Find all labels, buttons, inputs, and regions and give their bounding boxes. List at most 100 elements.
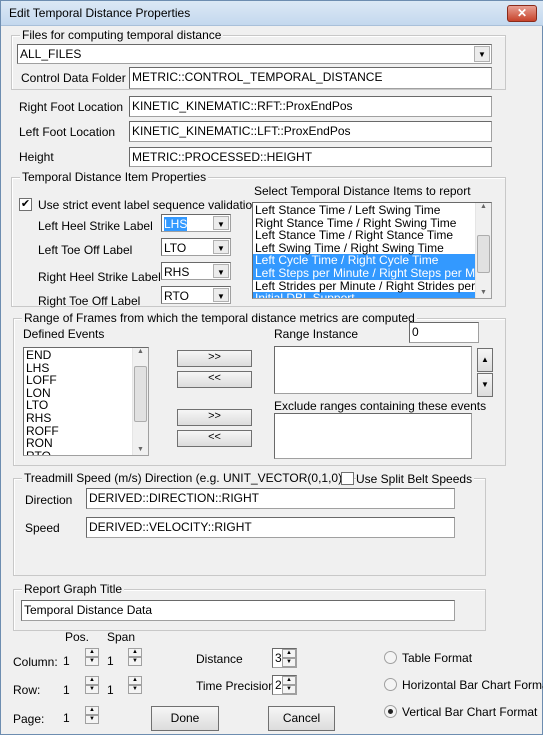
exclude-events-list[interactable]	[274, 413, 472, 459]
report-items-scrollbar[interactable]: ▲ ▼	[475, 203, 491, 298]
height-label: Height	[19, 150, 54, 164]
time-precision-label: Time Precision	[196, 679, 275, 693]
report-item[interactable]: Left Stance Time / Right Stance Time	[253, 229, 475, 242]
defined-event-item[interactable]: LOFF	[24, 374, 148, 387]
defined-event-item[interactable]: RTO	[24, 450, 148, 455]
event-label-caption: Left Toe Off Label	[38, 243, 133, 257]
defined-event-item[interactable]: RHS	[24, 412, 148, 425]
defined-event-item[interactable]: RON	[24, 437, 148, 450]
format-label: Vertical Bar Chart Format	[402, 705, 538, 719]
defined-events-label: Defined Events	[23, 327, 105, 341]
done-button[interactable]: Done	[151, 706, 219, 731]
split-belt-label: Use Split Belt Speeds	[356, 472, 475, 486]
files-dropdown[interactable]: ALL_FILES ▼	[17, 44, 492, 64]
range-legend: Range of Frames from which the temporal …	[22, 311, 417, 325]
defined-events-list[interactable]: END LHS LOFF LON LTO RHS ROFF RON RTO ▲ ▼	[23, 347, 149, 456]
format-radio[interactable]	[384, 705, 397, 718]
time-precision-spinner[interactable]: ▲ ▼	[282, 676, 296, 694]
column-label: Column:	[13, 655, 58, 669]
control-folder-input[interactable]: METRIC::CONTROL_TEMPORAL_DISTANCE	[129, 67, 492, 89]
right-foot-input[interactable]: KINETIC_KINEMATIC::RFT::ProxEndPos	[129, 96, 492, 117]
graph-title-input[interactable]: Temporal Distance Data	[21, 600, 455, 621]
strict-validation-checkbox[interactable]: ✔	[19, 198, 32, 211]
chevron-down-icon[interactable]: ▼	[213, 264, 229, 278]
arrow-down-icon: ▼	[481, 380, 489, 389]
chevron-down-icon[interactable]: ▼	[213, 216, 229, 230]
height-input[interactable]: METRIC::PROCESSED::HEIGHT	[129, 147, 492, 167]
dialog-window: Edit Temporal Distance Properties ✕ File…	[0, 0, 543, 735]
chevron-down-icon[interactable]: ▼	[213, 288, 229, 302]
event-label-caption: Right Toe Off Label	[38, 294, 141, 308]
report-item[interactable]: Initial DBL Support	[253, 292, 475, 298]
event-label-value: LTO	[164, 241, 187, 255]
format-radio[interactable]	[384, 651, 397, 664]
direction-label: Direction	[25, 493, 73, 507]
remove-exclude-event-button[interactable]: <<	[177, 430, 252, 447]
row-span-value: 1	[107, 683, 114, 697]
page-value: 1	[63, 711, 70, 725]
speed-input[interactable]: DERIVED::VELOCITY::RIGHT	[86, 517, 455, 538]
range-instance-label: Range Instance	[274, 327, 359, 341]
move-up-button[interactable]: ▲	[477, 348, 493, 372]
format-label: Table Format	[402, 651, 473, 665]
files-group-legend: Files for computing temporal distance	[20, 28, 224, 42]
exclude-label: Exclude ranges containing these events	[274, 399, 487, 413]
graph-title-legend: Report Graph Title	[22, 582, 125, 596]
distance-spinner[interactable]: ▲ ▼	[282, 649, 296, 667]
event-label-value: RHS	[164, 265, 190, 279]
left-foot-input[interactable]: KINETIC_KINEMATIC::LFT::ProxEndPos	[129, 121, 492, 142]
event-label-value: LHS	[164, 217, 188, 231]
files-dropdown-value: ALL_FILES	[20, 47, 82, 61]
page-label: Page:	[13, 712, 45, 726]
format-radio[interactable]	[384, 678, 397, 691]
event-label-dropdown[interactable]: RHS ▼	[161, 262, 231, 280]
column-pos-spinner[interactable]: ▲ ▼	[85, 648, 99, 666]
range-instance-input[interactable]: 0	[409, 322, 479, 343]
title-bar: Edit Temporal Distance Properties ✕	[1, 1, 543, 26]
window-title: Edit Temporal Distance Properties	[9, 6, 191, 20]
split-belt-checkbox[interactable]	[341, 472, 354, 485]
cancel-button[interactable]: Cancel	[268, 706, 335, 731]
column-span-spinner[interactable]: ▲ ▼	[128, 648, 142, 666]
pos-header: Pos.	[65, 630, 90, 644]
range-events-list[interactable]	[274, 346, 472, 394]
row-label: Row:	[13, 683, 41, 697]
item-properties-legend: Temporal Distance Item Properties	[20, 170, 209, 184]
defined-events-scrollbar[interactable]: ▲ ▼	[132, 348, 148, 455]
arrow-up-icon: ▲	[481, 355, 489, 364]
defined-event-item[interactable]: END	[24, 349, 148, 362]
page-spinner[interactable]: ▲ ▼	[85, 706, 99, 724]
left-foot-label: Left Foot Location	[19, 125, 116, 139]
event-label-caption: Left Heel Strike Label	[38, 219, 153, 233]
strict-validation-label: Use strict event label sequence validati…	[38, 198, 259, 212]
format-label: Horizontal Bar Chart Format	[402, 678, 543, 692]
column-pos-value: 1	[63, 654, 70, 668]
report-item[interactable]: Left Stance Time / Left Swing Time	[253, 204, 475, 217]
event-label-value: RTO	[164, 289, 189, 303]
add-range-event-button[interactable]: >>	[177, 350, 252, 367]
chevron-down-icon[interactable]: ▼	[474, 46, 490, 62]
row-pos-spinner[interactable]: ▲ ▼	[85, 676, 99, 694]
distance-label: Distance	[196, 652, 243, 666]
row-span-spinner[interactable]: ▲ ▼	[128, 676, 142, 694]
direction-input[interactable]: DERIVED::DIRECTION::RIGHT	[86, 488, 455, 509]
report-item[interactable]: Left Steps per Minute / Right Steps per …	[253, 267, 475, 280]
report-items-list[interactable]: Left Stance Time / Left Swing Time Right …	[252, 202, 492, 299]
add-exclude-event-button[interactable]: >>	[177, 409, 252, 426]
event-label-dropdown[interactable]: RTO ▼	[161, 286, 231, 304]
select-items-label: Select Temporal Distance Items to report	[254, 184, 471, 198]
treadmill-legend: Treadmill Speed (m/s) Direction (e.g. UN…	[22, 471, 345, 485]
event-label-dropdown[interactable]: LHS ▼	[161, 214, 231, 232]
event-label-dropdown[interactable]: LTO ▼	[161, 238, 231, 256]
span-header: Span	[107, 630, 136, 644]
event-label-caption: Right Heel Strike Label	[38, 270, 161, 284]
chevron-down-icon[interactable]: ▼	[213, 240, 229, 254]
remove-range-event-button[interactable]: <<	[177, 371, 252, 388]
speed-label: Speed	[25, 521, 60, 535]
row-pos-value: 1	[63, 683, 70, 697]
column-span-value: 1	[107, 654, 114, 668]
right-foot-label: Right Foot Location	[19, 100, 124, 114]
control-folder-label: Control Data Folder	[21, 71, 126, 85]
move-down-button[interactable]: ▼	[477, 373, 493, 397]
close-button[interactable]: ✕	[507, 5, 537, 22]
